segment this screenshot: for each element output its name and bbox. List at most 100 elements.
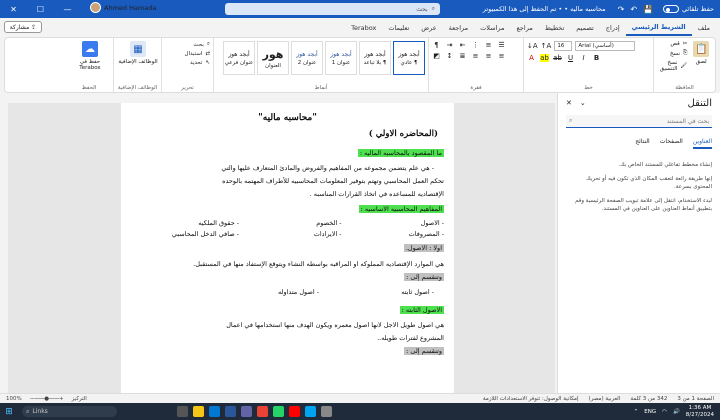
nav-search-input[interactable]: بحث في المستند ⌕ — [566, 115, 712, 128]
multilevel-icon[interactable]: ⋮ — [471, 41, 480, 49]
tab-item[interactable]: مراسلات — [474, 20, 510, 36]
language-indicator[interactable]: العربية (مصر) — [589, 396, 621, 402]
tab-item[interactable]: عرض — [415, 20, 442, 36]
tray-language[interactable]: ENG — [644, 409, 656, 415]
volume-icon[interactable]: 🔊 — [673, 409, 680, 415]
nav-tab[interactable]: النتائج — [635, 138, 650, 149]
brush-icon: 🖌 — [680, 63, 688, 69]
find-icon: ⌕ — [206, 41, 210, 47]
bullets-icon[interactable]: ☰ — [497, 41, 506, 49]
numbering-icon[interactable]: ≡ — [484, 41, 493, 49]
font-color-icon[interactable]: A — [527, 54, 536, 62]
tab-item[interactable]: تعليمات — [382, 20, 415, 36]
autosave-toggle[interactable] — [663, 5, 679, 13]
youtube-icon[interactable] — [289, 406, 300, 417]
shading-icon[interactable]: ◩ — [432, 52, 441, 60]
close-icon[interactable]: ✕ — [566, 99, 572, 107]
taskbar-search[interactable]: ⌕ Links — [22, 406, 117, 417]
tab-item[interactable]: الشريط الرئيسي — [625, 20, 692, 36]
heading-divided: وتنقسم إلى : — [404, 273, 444, 281]
style-gallery-item[interactable]: هور العنوان — [257, 41, 289, 75]
chrome-icon[interactable] — [257, 406, 268, 417]
redo-icon[interactable]: ↷ — [618, 5, 625, 14]
bold-icon[interactable]: B — [592, 54, 601, 62]
underline-icon[interactable]: U — [566, 54, 575, 62]
align-center-icon[interactable]: ≡ — [484, 52, 493, 60]
style-gallery-item[interactable]: أبجد هوز عنوان فرعي — [223, 41, 255, 75]
zoom-level[interactable]: 100% — [6, 396, 22, 402]
tab-item[interactable]: ملف — [692, 20, 716, 36]
font-size-select[interactable]: 16 — [554, 41, 573, 51]
share-button[interactable]: مشاركة ⇪ — [4, 21, 42, 33]
word-count[interactable]: 342 من 3 كلمة — [630, 396, 667, 402]
concepts-col: - الاصول - المصروفات — [359, 218, 444, 240]
file-explorer-icon[interactable] — [193, 406, 204, 417]
undo-icon[interactable]: ↶ — [630, 5, 637, 14]
tab-item[interactable]: تصميم — [570, 20, 600, 36]
save-terabox-button[interactable]: ☁ حفظ في Terabox — [70, 41, 110, 82]
user-name: Ahmed Hamada — [104, 3, 157, 12]
font-name-select[interactable]: Arial (أساسي) — [575, 41, 636, 51]
search-icon[interactable]: ⌕ — [569, 117, 572, 125]
zoom-slider[interactable]: −───●───+ — [30, 396, 64, 402]
nav-tab[interactable]: العناوين — [692, 138, 712, 149]
windows-start-icon[interactable]: ⊞ — [0, 407, 18, 417]
shrink-font-icon[interactable]: A↓ — [527, 42, 538, 50]
concepts-col: - حقوق الملكيه - صافي الدخل المحاسبي — [154, 218, 239, 240]
replace-button[interactable]: ⇄ استبدال — [185, 51, 210, 57]
strikethrough-icon[interactable]: ab — [553, 54, 562, 62]
document-page[interactable]: "محاسبه ماليه" (المحاضره الاولي ) ما الم… — [121, 103, 454, 393]
save-icon[interactable]: 💾 — [643, 5, 653, 14]
align-left-icon[interactable]: ≡ — [471, 52, 480, 60]
page-count[interactable]: الصفحة 1 من 3 — [677, 396, 714, 402]
style-gallery-item[interactable]: أبجد هوز ¶ عادي — [393, 41, 425, 75]
task-view-icon[interactable] — [177, 406, 188, 417]
avatar — [90, 2, 101, 13]
italic-icon[interactable]: I — [579, 54, 588, 62]
justify-icon[interactable]: ≣ — [458, 52, 467, 60]
style-gallery-item[interactable]: أبجد هوز عنوان 1 — [325, 41, 357, 75]
close-icon[interactable]: ✕ — [0, 0, 27, 18]
select-button[interactable]: ↖ تحديد — [185, 60, 210, 66]
teams-icon[interactable] — [241, 406, 252, 417]
paste-button[interactable]: 📋 لصق — [690, 41, 712, 82]
cut-button[interactable]: ✂ قص — [657, 41, 687, 47]
format-painter-button[interactable]: 🖌 نسخ التنسيق — [657, 60, 688, 72]
tab-item[interactable]: مراجع — [510, 20, 538, 36]
whatsapp-icon[interactable] — [273, 406, 284, 417]
minimize-icon[interactable]: — — [54, 0, 81, 18]
tab-item[interactable]: تخطيط — [539, 20, 570, 36]
tab-item[interactable]: مراجعة — [443, 20, 475, 36]
tab-item[interactable]: Terabox — [345, 20, 382, 36]
word-icon[interactable] — [225, 406, 236, 417]
style-sample: أبجد هوز — [330, 50, 352, 58]
clock-date: 8/27/2024 — [685, 411, 714, 418]
pilcrow-icon[interactable]: ¶ — [432, 41, 441, 49]
line-spacing-icon[interactable]: ↕ — [445, 52, 454, 60]
style-gallery-item[interactable]: أبجد هوز ¶ بلا تباعد — [359, 41, 391, 75]
style-gallery-item[interactable]: أبجد هوز عنوان 2 — [291, 41, 323, 75]
chevron-up-icon[interactable]: ⌃ — [634, 409, 639, 415]
autosave-control[interactable]: حفظ تلقائي — [657, 5, 720, 13]
user-account[interactable]: Ahmed Hamada — [90, 2, 156, 13]
settings-icon[interactable] — [321, 406, 332, 417]
focus-button[interactable]: التركيز — [72, 396, 87, 402]
increase-indent-icon[interactable]: ⇥ — [445, 41, 454, 49]
wifi-icon[interactable]: ◠ — [662, 409, 667, 415]
copy-button[interactable]: ⎘ نسخ — [657, 50, 687, 57]
chevron-down-icon[interactable]: ⌄ — [580, 99, 586, 107]
store-icon[interactable] — [305, 406, 316, 417]
find-button[interactable]: ⌕ بحث — [185, 41, 210, 48]
accessibility-status[interactable]: إمكانية الوصول: تتوفر الاستعدادات اللازم… — [483, 396, 579, 402]
title-search-box[interactable]: ⌕ بحث — [225, 3, 440, 15]
tab-item[interactable]: إدراج — [600, 20, 626, 36]
maximize-icon[interactable]: ☐ — [27, 0, 54, 18]
grow-font-icon[interactable]: A↑ — [541, 42, 552, 50]
addins-button[interactable]: ▦ الوظائف الإضافية — [118, 41, 158, 82]
decrease-indent-icon[interactable]: ⇤ — [458, 41, 467, 49]
edge-icon[interactable] — [209, 406, 220, 417]
highlight-icon[interactable]: ab — [540, 54, 549, 62]
align-right-icon[interactable]: ≡ — [497, 52, 506, 60]
clock[interactable]: 1:36 AM 8/27/2024 — [686, 405, 714, 419]
nav-tab[interactable]: الصفحات — [660, 138, 683, 149]
